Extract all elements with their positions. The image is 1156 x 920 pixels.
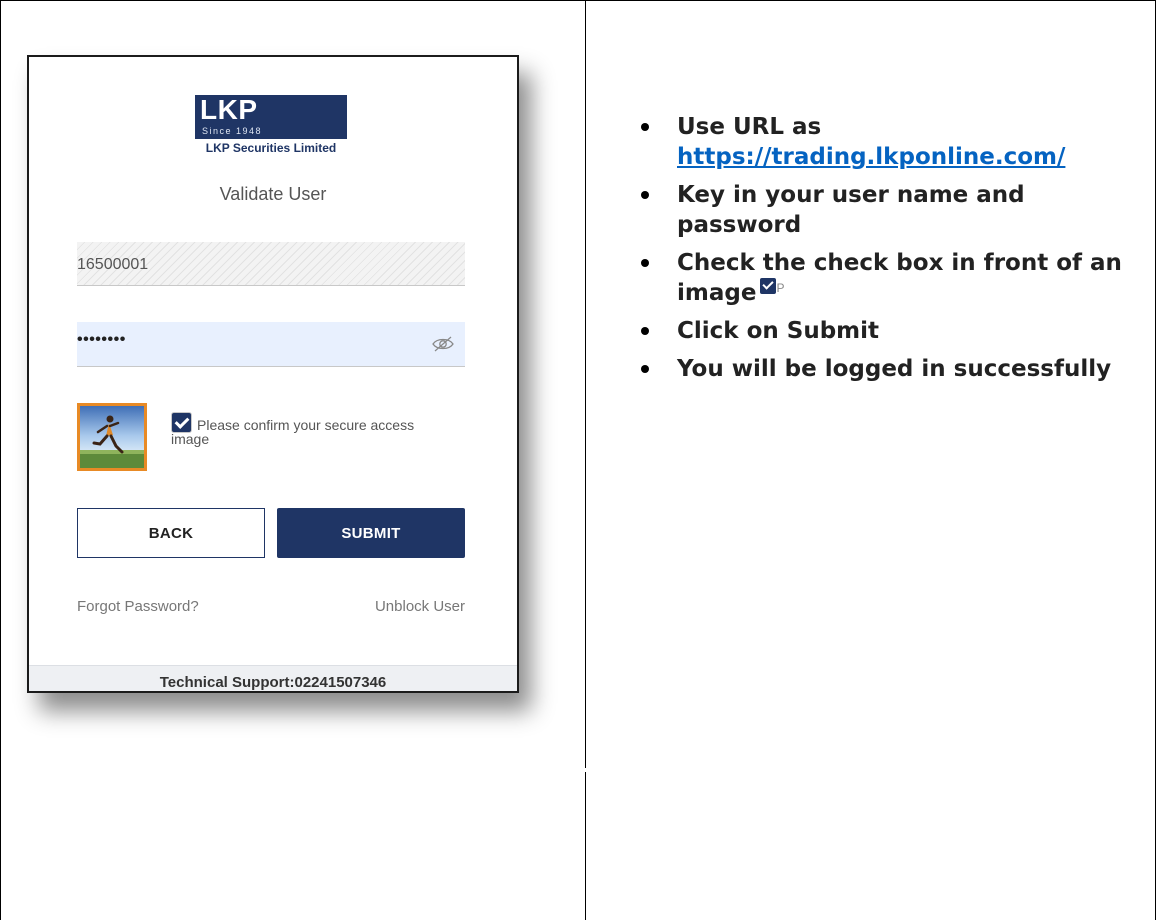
bullet-icon	[641, 259, 649, 267]
step-2-text: Key in your user name and password	[677, 182, 1025, 238]
submit-button[interactable]: SUBMIT	[277, 508, 465, 558]
back-button[interactable]: BACK	[77, 508, 265, 558]
list-item: Key in your user name and password	[617, 180, 1147, 240]
step-3-text: Check the check box in front of an image	[677, 250, 1122, 306]
confirm-image-label: Please confirm your secure access image	[171, 417, 415, 447]
list-item: Check the check box in front of an image…	[617, 248, 1147, 308]
bullet-icon	[641, 327, 649, 335]
instruction-list: Use URL as https://trading.lkponline.com…	[617, 112, 1147, 392]
table-border-top	[0, 0, 1156, 1]
password-value: ••••••••	[77, 331, 126, 348]
technical-support-bar: Technical Support:02241507346	[29, 665, 517, 691]
step-3-suffix: P	[776, 281, 785, 295]
login-screenshot-card: LKP Since 1948 LKP Securities Limited Va…	[27, 55, 519, 693]
company-name: LKP Securities Limited	[205, 141, 337, 155]
list-item: Click on Submit	[617, 316, 1147, 346]
trading-url-link[interactable]: https://trading.lkponline.com/	[677, 144, 1065, 170]
bullet-icon	[641, 191, 649, 199]
step-5-text: You will be logged in successfully	[677, 356, 1112, 382]
username-value: 16500001	[77, 256, 149, 273]
password-field[interactable]: ••••••••	[77, 322, 465, 367]
logo-badge: LKP Since 1948	[195, 94, 347, 139]
table-border-left	[0, 0, 1, 920]
table-column-divider	[585, 0, 586, 920]
step-4-text: Click on Submit	[677, 318, 880, 344]
unblock-user-link[interactable]: Unblock User	[375, 598, 465, 615]
forgot-password-link[interactable]: Forgot Password?	[77, 598, 199, 615]
technical-support-text: Technical Support:02241507346	[159, 674, 387, 691]
runner-image	[80, 406, 144, 468]
list-item: You will be logged in successfully	[617, 354, 1147, 384]
table-row-gap	[578, 768, 592, 772]
list-item: Use URL as https://trading.lkponline.com…	[617, 112, 1147, 172]
logo-mark: LKP	[200, 94, 258, 125]
lkp-logo: LKP Since 1948 LKP Securities Limited	[195, 94, 347, 161]
secure-access-image	[77, 403, 147, 471]
logo-since-text: Since 1948	[202, 126, 263, 136]
username-field[interactable]: 16500001	[77, 242, 465, 286]
bullet-icon	[641, 123, 649, 131]
step-1-text: Use URL as	[677, 114, 822, 140]
checkbox-icon	[760, 278, 777, 294]
page-title: Validate User	[219, 184, 327, 204]
eye-icon[interactable]	[432, 336, 454, 352]
bullet-icon	[641, 365, 649, 373]
